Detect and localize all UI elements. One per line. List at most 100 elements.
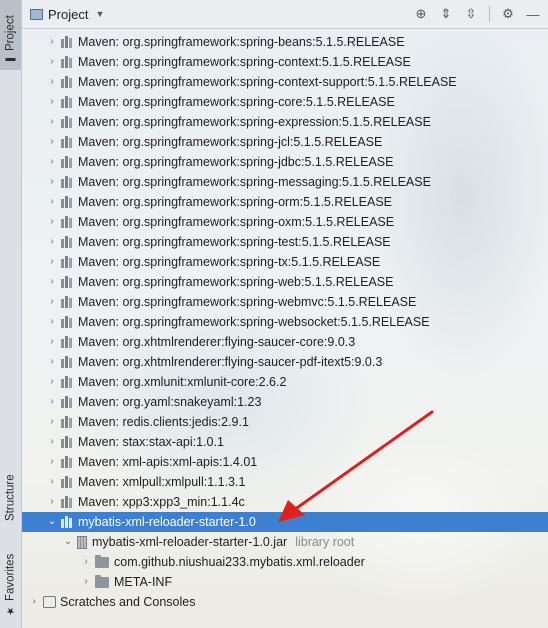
tree-row-library[interactable]: › Maven: org.springframework:spring-tx:5.… <box>22 252 548 272</box>
star-icon: ★ <box>5 605 16 616</box>
library-label: Maven: org.xhtmlrenderer:flying-saucer-p… <box>78 355 383 369</box>
library-icon <box>61 316 74 328</box>
tree-row-jar[interactable]: ⌄ mybatis-xml-reloader-starter-1.0.jar l… <box>22 532 548 552</box>
library-label: Maven: redis.clients:jedis:2.9.1 <box>78 415 249 429</box>
chevron-down-icon[interactable]: ▼ <box>95 9 104 19</box>
jar-icon <box>77 535 87 549</box>
chevron-right-icon[interactable]: › <box>46 312 58 332</box>
chevron-right-icon[interactable]: › <box>46 112 58 132</box>
chevron-right-icon[interactable]: › <box>46 292 58 312</box>
tree-row-library[interactable]: › Maven: org.springframework:spring-test:… <box>22 232 548 252</box>
tree-row-library[interactable]: › Maven: org.xmlunit:xmlunit-core:2.6.2 <box>22 372 548 392</box>
chevron-right-icon[interactable]: › <box>46 172 58 192</box>
library-label: Maven: org.xhtmlrenderer:flying-saucer-c… <box>78 335 356 349</box>
tree-row-meta-inf[interactable]: › META-INF <box>22 572 548 592</box>
tree-row-library[interactable]: › Maven: org.springframework:spring-beans… <box>22 32 548 52</box>
library-label: Maven: org.yaml:snakeyaml:1.23 <box>78 395 262 409</box>
library-icon <box>61 196 74 208</box>
tree-row-library[interactable]: › Maven: xpp3:xpp3_min:1.1.4c <box>22 492 548 512</box>
chevron-right-icon[interactable]: › <box>46 192 58 212</box>
favorites-tool-tab[interactable]: ★ Favorites <box>0 548 21 620</box>
chevron-right-icon[interactable]: › <box>46 472 58 492</box>
library-icon <box>61 76 74 88</box>
chevron-right-icon[interactable]: › <box>80 552 92 572</box>
chevron-right-icon[interactable]: › <box>46 492 58 512</box>
library-icon <box>61 116 74 128</box>
chevron-right-icon[interactable]: › <box>46 432 58 452</box>
tree-row-library[interactable]: › Maven: org.yaml:snakeyaml:1.23 <box>22 392 548 412</box>
collapse-all-icon[interactable]: ⇳ <box>464 6 478 22</box>
chevron-right-icon[interactable]: › <box>46 132 58 152</box>
expand-all-icon[interactable]: ⇕ <box>439 6 453 22</box>
tree-row-library[interactable]: › Maven: stax:stax-api:1.0.1 <box>22 432 548 452</box>
chevron-down-icon[interactable]: ⌄ <box>62 532 74 552</box>
chevron-right-icon[interactable]: › <box>46 152 58 172</box>
chevron-right-icon[interactable]: › <box>46 412 58 432</box>
tree-row-library[interactable]: › Maven: org.springframework:spring-expre… <box>22 112 548 132</box>
toolbar-divider <box>489 6 490 22</box>
chevron-right-icon[interactable]: › <box>46 212 58 232</box>
tree-row-library[interactable]: › Maven: org.springframework:spring-jdbc:… <box>22 152 548 172</box>
tree-row-library[interactable]: › Maven: xmlpull:xmlpull:1.1.3.1 <box>22 472 548 492</box>
view-selector[interactable]: Project ▼ <box>22 7 104 22</box>
tree-row-library[interactable]: › Maven: xml-apis:xml-apis:1.4.01 <box>22 452 548 472</box>
tree-row-library[interactable]: › Maven: org.springframework:spring-orm:5… <box>22 192 548 212</box>
project-panel: Project ▼ ⊕ ⇕ ⇳ ⚙ — › Maven: org.springfr… <box>22 0 548 628</box>
chevron-right-icon[interactable]: › <box>46 52 58 72</box>
tree-row-library[interactable]: › Maven: org.xhtmlrenderer:flying-saucer-… <box>22 352 548 372</box>
library-label: Maven: org.springframework:spring-orm:5.… <box>78 195 393 209</box>
chevron-right-icon[interactable]: › <box>46 72 58 92</box>
chevron-right-icon[interactable]: › <box>46 232 58 252</box>
tree-row-scratches[interactable]: › Scratches and Consoles <box>22 592 548 612</box>
library-label: Maven: xml-apis:xml-apis:1.4.01 <box>78 455 258 469</box>
library-icon <box>61 136 74 148</box>
tree-row-library[interactable]: › Maven: org.springframework:spring-oxm:5… <box>22 212 548 232</box>
minimize-icon[interactable]: — <box>526 7 540 22</box>
chevron-right-icon[interactable]: › <box>46 92 58 112</box>
gear-icon[interactable]: ⚙ <box>501 6 515 22</box>
tree-row-selected-library[interactable]: ⌄ mybatis-xml-reloader-starter-1.0 <box>22 512 548 532</box>
structure-tool-tab[interactable]: Structure <box>0 460 21 525</box>
tree-row-library[interactable]: › Maven: org.springframework:spring-webso… <box>22 312 548 332</box>
library-icon <box>61 456 74 468</box>
tree-row-library[interactable]: › Maven: org.springframework:spring-jcl:5… <box>22 132 548 152</box>
tree-row-library[interactable]: › Maven: org.springframework:spring-conte… <box>22 52 548 72</box>
tree-row-library[interactable]: › Maven: redis.clients:jedis:2.9.1 <box>22 412 548 432</box>
chevron-right-icon[interactable]: › <box>46 372 58 392</box>
library-icon <box>61 96 74 108</box>
project-tool-tab[interactable]: ▬ Project <box>0 0 21 70</box>
tree-row-library[interactable]: › Maven: org.xhtmlrenderer:flying-saucer-… <box>22 332 548 352</box>
library-label: Maven: org.springframework:spring-test:5… <box>78 235 391 249</box>
library-label: Maven: org.springframework:spring-jdbc:5… <box>78 155 394 169</box>
tree-row-library[interactable]: › Maven: org.springframework:spring-core:… <box>22 92 548 112</box>
chevron-right-icon[interactable]: › <box>46 452 58 472</box>
library-label: mybatis-xml-reloader-starter-1.0 <box>78 515 256 529</box>
library-icon <box>61 156 74 168</box>
library-label: Maven: org.springframework:spring-messag… <box>78 175 431 189</box>
scratches-icon <box>43 596 56 608</box>
library-icon <box>61 476 74 488</box>
library-label: Maven: org.springframework:spring-core:5… <box>78 95 395 109</box>
panel-title: Project <box>48 6 89 22</box>
chevron-right-icon[interactable]: › <box>46 252 58 272</box>
chevron-right-icon[interactable]: › <box>46 32 58 52</box>
target-icon[interactable]: ⊕ <box>414 6 428 22</box>
chevron-right-icon[interactable]: › <box>28 592 40 612</box>
tree-row-library[interactable]: › Maven: org.springframework:spring-webmv… <box>22 292 548 312</box>
tree-row-library[interactable]: › Maven: org.springframework:spring-messa… <box>22 172 548 192</box>
library-icon <box>61 216 74 228</box>
tree-row-package[interactable]: › com.github.niushuai233.mybatis.xml.rel… <box>22 552 548 572</box>
chevron-down-icon[interactable]: ⌄ <box>46 512 58 532</box>
chevron-right-icon[interactable]: › <box>46 352 58 372</box>
chevron-right-icon[interactable]: › <box>46 272 58 292</box>
chevron-right-icon[interactable]: › <box>46 332 58 352</box>
library-label: Maven: org.springframework:spring-contex… <box>78 55 411 69</box>
tree-row-library[interactable]: › Maven: org.springframework:spring-web:5… <box>22 272 548 292</box>
library-label: Maven: org.springframework:spring-tx:5.1… <box>78 255 381 269</box>
tree-row-library[interactable]: › Maven: org.springframework:spring-conte… <box>22 72 548 92</box>
library-icon <box>61 496 74 508</box>
panel-header: Project ▼ ⊕ ⇕ ⇳ ⚙ — <box>22 0 548 29</box>
jar-label: mybatis-xml-reloader-starter-1.0.jar <box>92 535 288 549</box>
chevron-right-icon[interactable]: › <box>80 572 92 592</box>
chevron-right-icon[interactable]: › <box>46 392 58 412</box>
